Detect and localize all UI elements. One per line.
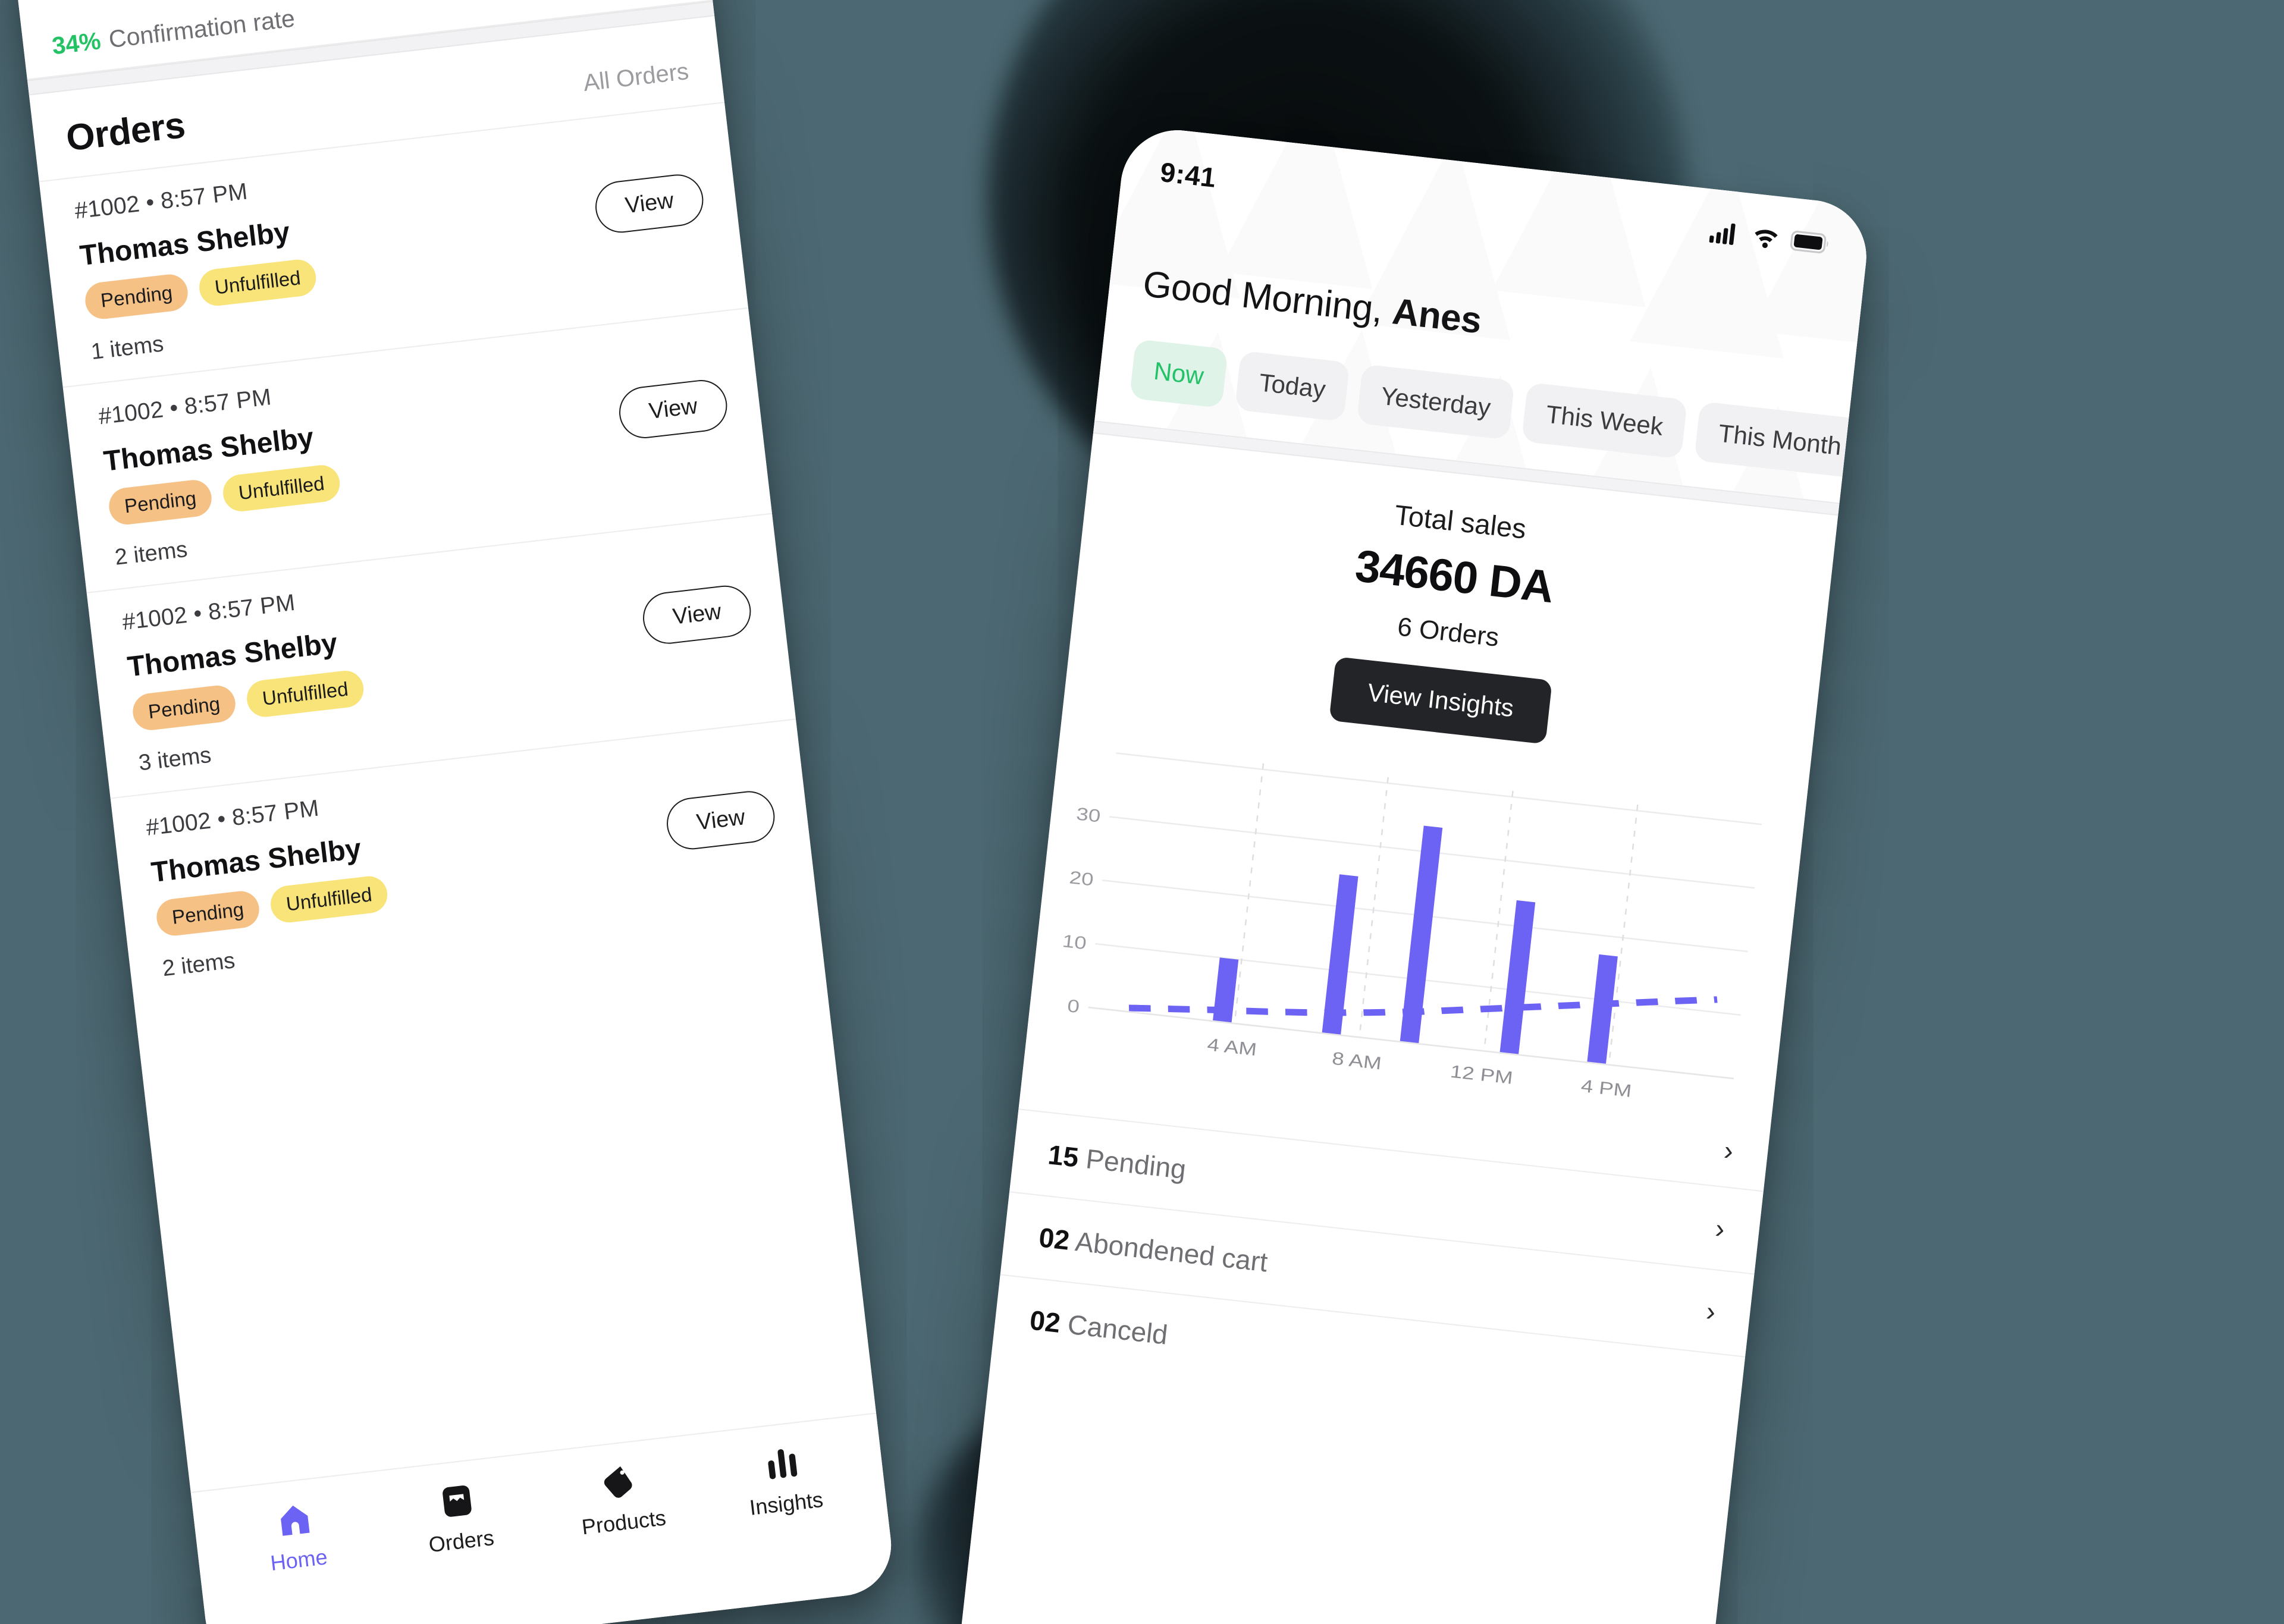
status-badge-pending: Pending [155, 889, 262, 938]
svg-text:4 PM: 4 PM [1580, 1076, 1633, 1101]
summary-row-text: 15 Pending [1046, 1138, 1188, 1185]
summary-count: 02 [1028, 1304, 1062, 1339]
wifi-icon [1750, 224, 1781, 253]
all-orders-link[interactable]: All Orders [582, 58, 690, 97]
view-order-button[interactable]: View [640, 583, 754, 647]
battery-icon [1789, 230, 1831, 257]
status-badge-unfulfilled: Unfulfilled [244, 668, 366, 719]
status-badge-unfulfilled: Unfulfilled [197, 257, 318, 308]
product-tag-icon [600, 1462, 639, 1503]
bottom-tab-bar: Home Orders Products Insights [190, 1412, 897, 1624]
tab-home[interactable]: Home [211, 1492, 382, 1582]
filter-chip-this-week[interactable]: This Week [1521, 382, 1688, 459]
summary-label: Pending [1084, 1143, 1188, 1185]
tab-insights[interactable]: Insights [698, 1436, 869, 1526]
chevron-right-icon: › [1722, 1134, 1735, 1167]
view-order-button[interactable]: View [664, 788, 778, 853]
summary-label: Abondened cart [1074, 1226, 1269, 1278]
cellular-signal-icon [1709, 219, 1742, 248]
summary-row-text: 02 Abondened cart [1037, 1221, 1269, 1278]
summary-row-text: 02 Canceld [1028, 1304, 1169, 1351]
confirmation-rate-label: Confirmation rate [107, 4, 297, 54]
svg-text:30: 30 [1075, 804, 1102, 826]
tab-home-label: Home [269, 1544, 329, 1576]
home-icon [274, 1500, 315, 1541]
confirmation-rate-row: 34% Confirmation rate [51, 4, 296, 60]
svg-text:0: 0 [1066, 996, 1081, 1017]
filter-chip-now[interactable]: Now [1129, 338, 1228, 409]
filter-chip-today[interactable]: Today [1234, 350, 1350, 422]
tab-orders-label: Orders [427, 1525, 495, 1557]
view-order-button[interactable]: View [592, 171, 707, 235]
status-badge-unfulfilled: Unfulfilled [268, 874, 390, 925]
summary-count: 02 [1037, 1221, 1071, 1256]
view-order-button[interactable]: View [616, 377, 730, 441]
svg-text:20: 20 [1068, 868, 1094, 890]
chevron-right-icon: › [1705, 1295, 1717, 1327]
tab-products-label: Products [580, 1505, 667, 1540]
view-insights-button[interactable]: View Insights [1328, 656, 1553, 745]
summary-label: Canceld [1066, 1308, 1169, 1350]
status-badge-unfulfilled: Unfulfilled [221, 463, 342, 514]
status-badge-pending: Pending [131, 683, 238, 733]
confirmation-rate-value: 34% [50, 27, 102, 60]
svg-text:8 AM: 8 AM [1331, 1049, 1383, 1074]
orders-bag-icon [438, 1481, 476, 1521]
filter-chip-yesterday[interactable]: Yesterday [1356, 364, 1516, 440]
svg-text:12 PM: 12 PM [1449, 1062, 1514, 1089]
chevron-right-icon: › [1714, 1212, 1727, 1245]
insights-bars-icon [763, 1443, 801, 1484]
svg-text:10: 10 [1061, 931, 1087, 953]
summary-count: 15 [1046, 1139, 1081, 1173]
svg-text:4 AM: 4 AM [1206, 1035, 1258, 1060]
tab-products[interactable]: Products [536, 1455, 707, 1544]
tab-orders[interactable]: Orders [374, 1474, 544, 1563]
filter-chip-this-month[interactable]: This Month [1693, 401, 1853, 479]
status-badge-pending: Pending [83, 272, 190, 321]
phone-orders-screen: 02 Canceld 34% Confirmation rate Orders … [7, 0, 897, 1624]
status-badge-pending: Pending [107, 478, 214, 527]
tab-insights-label: Insights [748, 1487, 824, 1520]
orders-title: Orders [64, 104, 187, 159]
